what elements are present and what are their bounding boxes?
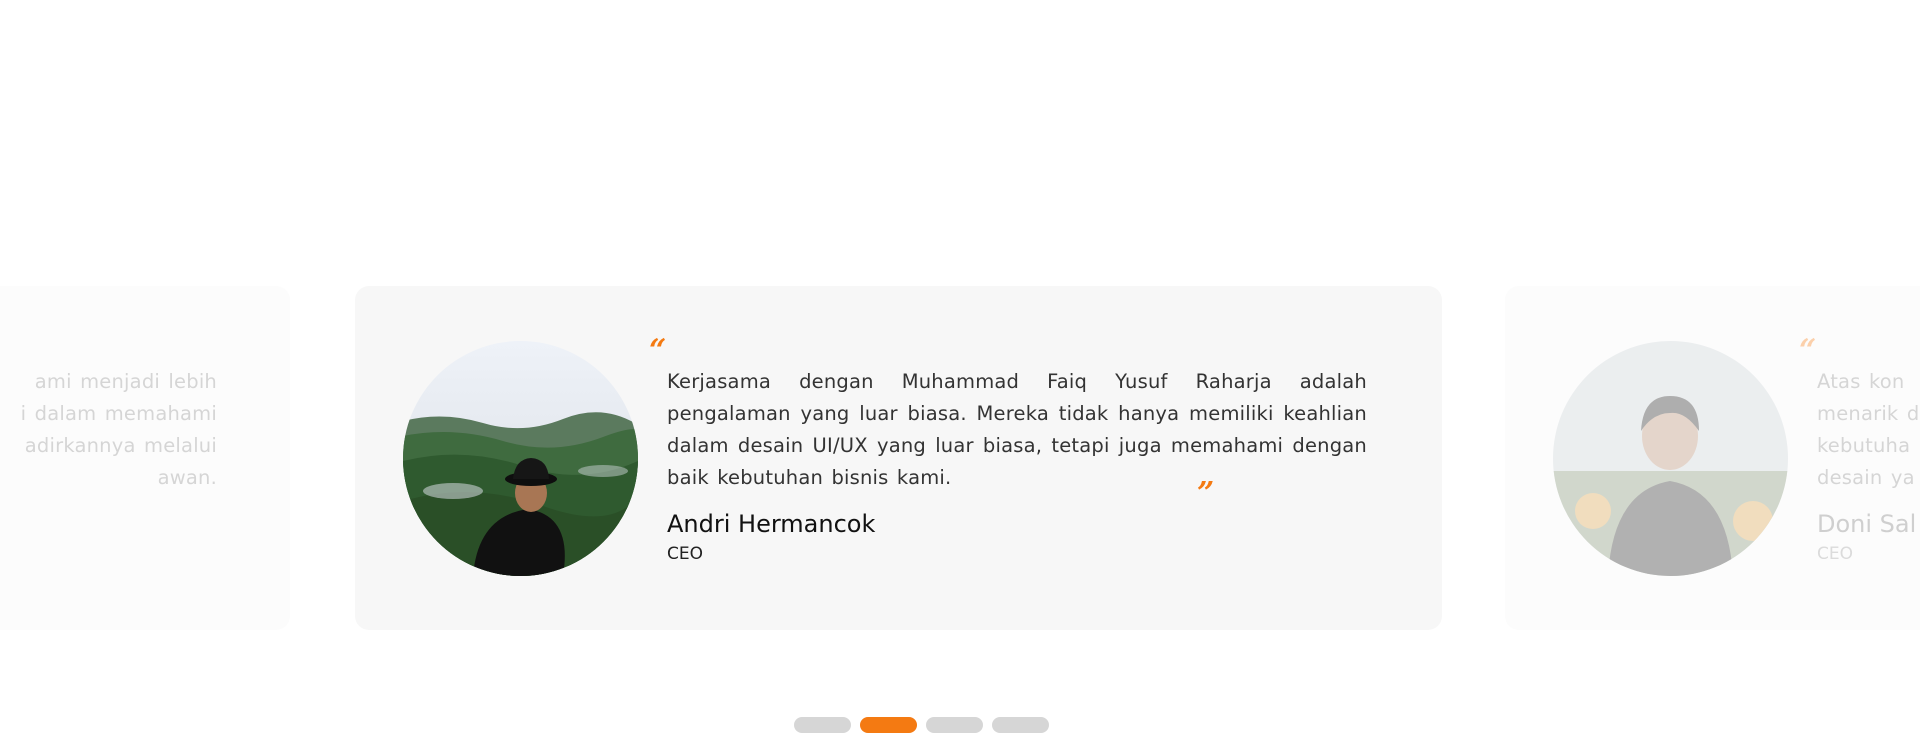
quote-line: awan. bbox=[157, 466, 217, 489]
testimonial-author-name: Andri Hermancok bbox=[667, 510, 876, 538]
avatar bbox=[1553, 341, 1788, 576]
avatar-photo-portrait bbox=[1553, 341, 1788, 576]
pagination-dot[interactable] bbox=[926, 717, 983, 733]
testimonial-quote: ami menjadi lebih i dalam memahami adirk… bbox=[0, 366, 217, 494]
testimonial-author-role: CEO bbox=[1817, 544, 1853, 564]
testimonial-author-role: CEO bbox=[667, 544, 703, 564]
quote-line: ami menjadi lebih bbox=[34, 370, 217, 393]
testimonial-author-name: Doni Sal bbox=[1817, 510, 1917, 538]
pagination-dot[interactable] bbox=[794, 717, 851, 733]
quote-line: Atas kon bbox=[1817, 370, 1905, 393]
testimonial-content: ami menjadi lebih i dalam memahami adirk… bbox=[0, 366, 217, 494]
pagination-dot-active[interactable] bbox=[860, 717, 917, 733]
carousel-pagination bbox=[794, 717, 1049, 733]
avatar-photo-landscape bbox=[403, 341, 638, 576]
testimonial-quote: Kerjasama dengan Muhammad Faiq Yusuf Rah… bbox=[667, 370, 1367, 489]
testimonial-content: “ Kerjasama dengan Muhammad Faiq Yusuf R… bbox=[649, 336, 1367, 565]
avatar bbox=[403, 341, 638, 576]
pagination-dot[interactable] bbox=[992, 717, 1049, 733]
quote-line: kebutuha bbox=[1817, 434, 1911, 457]
testimonial-carousel: ami menjadi lebih i dalam memahami adirk… bbox=[0, 0, 1920, 733]
close-quote-icon: ” bbox=[1197, 476, 1215, 511]
quote-line: menarik d bbox=[1817, 402, 1920, 425]
open-quote-icon: “ bbox=[1799, 333, 1817, 368]
testimonial-card-active: “ Kerjasama dengan Muhammad Faiq Yusuf R… bbox=[355, 286, 1442, 630]
testimonial-content: “ Atas kon menarik d kebutuha desain ya … bbox=[1799, 336, 1920, 565]
open-quote-icon: “ bbox=[649, 333, 667, 368]
testimonial-card-next[interactable]: “ Atas kon menarik d kebutuha desain ya … bbox=[1505, 286, 1920, 630]
quote-line: desain ya bbox=[1817, 466, 1915, 489]
testimonial-quote: Atas kon menarik d kebutuha desain ya bbox=[1817, 366, 1920, 494]
quote-line: i dalam memahami bbox=[20, 402, 217, 425]
quote-line: adirkannya melalui bbox=[24, 434, 217, 457]
testimonial-card-prev[interactable]: ami menjadi lebih i dalam memahami adirk… bbox=[0, 286, 290, 630]
